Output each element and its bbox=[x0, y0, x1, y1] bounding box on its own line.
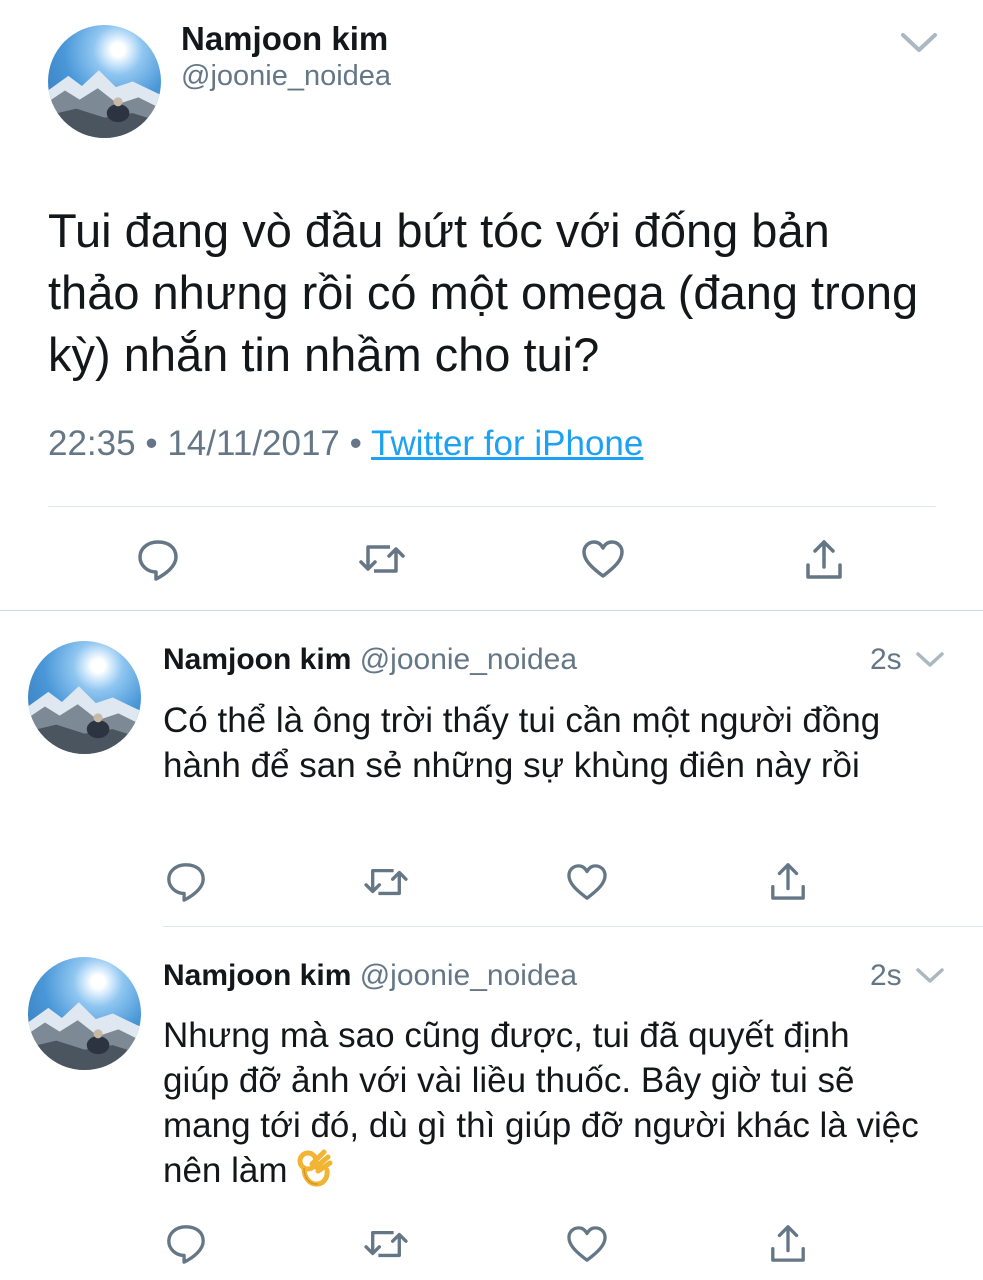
author-name[interactable]: Namjoon kim bbox=[181, 20, 388, 58]
ok-hand-emoji bbox=[294, 1148, 334, 1188]
chevron-down-icon[interactable] bbox=[898, 30, 940, 56]
reply-button[interactable] bbox=[134, 535, 182, 583]
chevron-down-icon[interactable] bbox=[914, 649, 946, 671]
divider bbox=[48, 506, 936, 507]
reply-author-handle[interactable]: @joonie_noidea bbox=[360, 643, 577, 676]
reply-avatar[interactable] bbox=[28, 641, 141, 754]
share-button[interactable] bbox=[801, 535, 847, 583]
reply-button[interactable] bbox=[163, 858, 209, 904]
author-handle[interactable]: @joonie_noidea bbox=[181, 60, 391, 93]
share-button[interactable] bbox=[766, 858, 810, 904]
divider bbox=[163, 926, 983, 927]
reply-button[interactable] bbox=[163, 1220, 209, 1266]
retweet-button[interactable] bbox=[356, 535, 408, 583]
retweet-arrows-icon bbox=[359, 545, 405, 573]
tweet-time: 22:35 bbox=[48, 424, 136, 463]
share-button[interactable] bbox=[766, 1220, 810, 1266]
like-button[interactable] bbox=[564, 860, 610, 904]
speech-bubble-icon bbox=[138, 540, 178, 581]
reply-author-name[interactable]: Namjoon kim bbox=[163, 643, 351, 676]
retweet-button[interactable] bbox=[362, 860, 410, 904]
tweet-meta: 22:35 • 14/11/2017 • Twitter for iPhone bbox=[48, 424, 643, 464]
share-upload-icon bbox=[771, 1225, 805, 1262]
meta-separator: • bbox=[349, 424, 362, 463]
reply-timestamp: 2s bbox=[870, 959, 902, 992]
reply-text: Nhưng mà sao cũng được, tui đã quyết địn… bbox=[163, 1016, 919, 1190]
retweet-arrows-icon bbox=[364, 868, 408, 896]
main-avatar[interactable] bbox=[48, 25, 161, 138]
tweet-text: Tui đang vò đầu bứt tóc với đống bản thả… bbox=[48, 204, 919, 381]
reply-author-handle[interactable]: @joonie_noidea bbox=[360, 959, 577, 992]
meta-separator: • bbox=[145, 424, 158, 463]
like-button[interactable] bbox=[564, 1222, 610, 1266]
reply-text: Có thể là ông trời thấy tui cần một ngườ… bbox=[163, 701, 881, 785]
like-button[interactable] bbox=[579, 535, 627, 583]
heart-icon bbox=[582, 540, 624, 578]
heart-icon bbox=[567, 864, 607, 900]
chevron-down-icon[interactable] bbox=[914, 965, 946, 987]
speech-bubble-icon bbox=[167, 1225, 205, 1264]
reply-text-block: Nhưng mà sao cũng được, tui đã quyết địn… bbox=[163, 1013, 923, 1193]
retweet-arrows-icon bbox=[364, 1230, 408, 1258]
reply-author[interactable]: Namjoon kim @joonie_noidea bbox=[163, 643, 577, 677]
share-upload-icon bbox=[806, 540, 842, 579]
share-upload-icon bbox=[771, 863, 805, 900]
reply-avatar[interactable] bbox=[28, 957, 141, 1070]
reply-timestamp: 2s bbox=[870, 643, 902, 676]
heart-icon bbox=[567, 1226, 607, 1262]
section-divider bbox=[0, 610, 983, 611]
reply-author[interactable]: Namjoon kim @joonie_noidea bbox=[163, 959, 577, 993]
speech-bubble-icon bbox=[167, 863, 205, 902]
retweet-button[interactable] bbox=[362, 1222, 410, 1266]
tweet-date: 14/11/2017 bbox=[167, 424, 340, 463]
tweet-source-link[interactable]: Twitter for iPhone bbox=[371, 424, 643, 463]
reply-author-name[interactable]: Namjoon kim bbox=[163, 959, 351, 992]
